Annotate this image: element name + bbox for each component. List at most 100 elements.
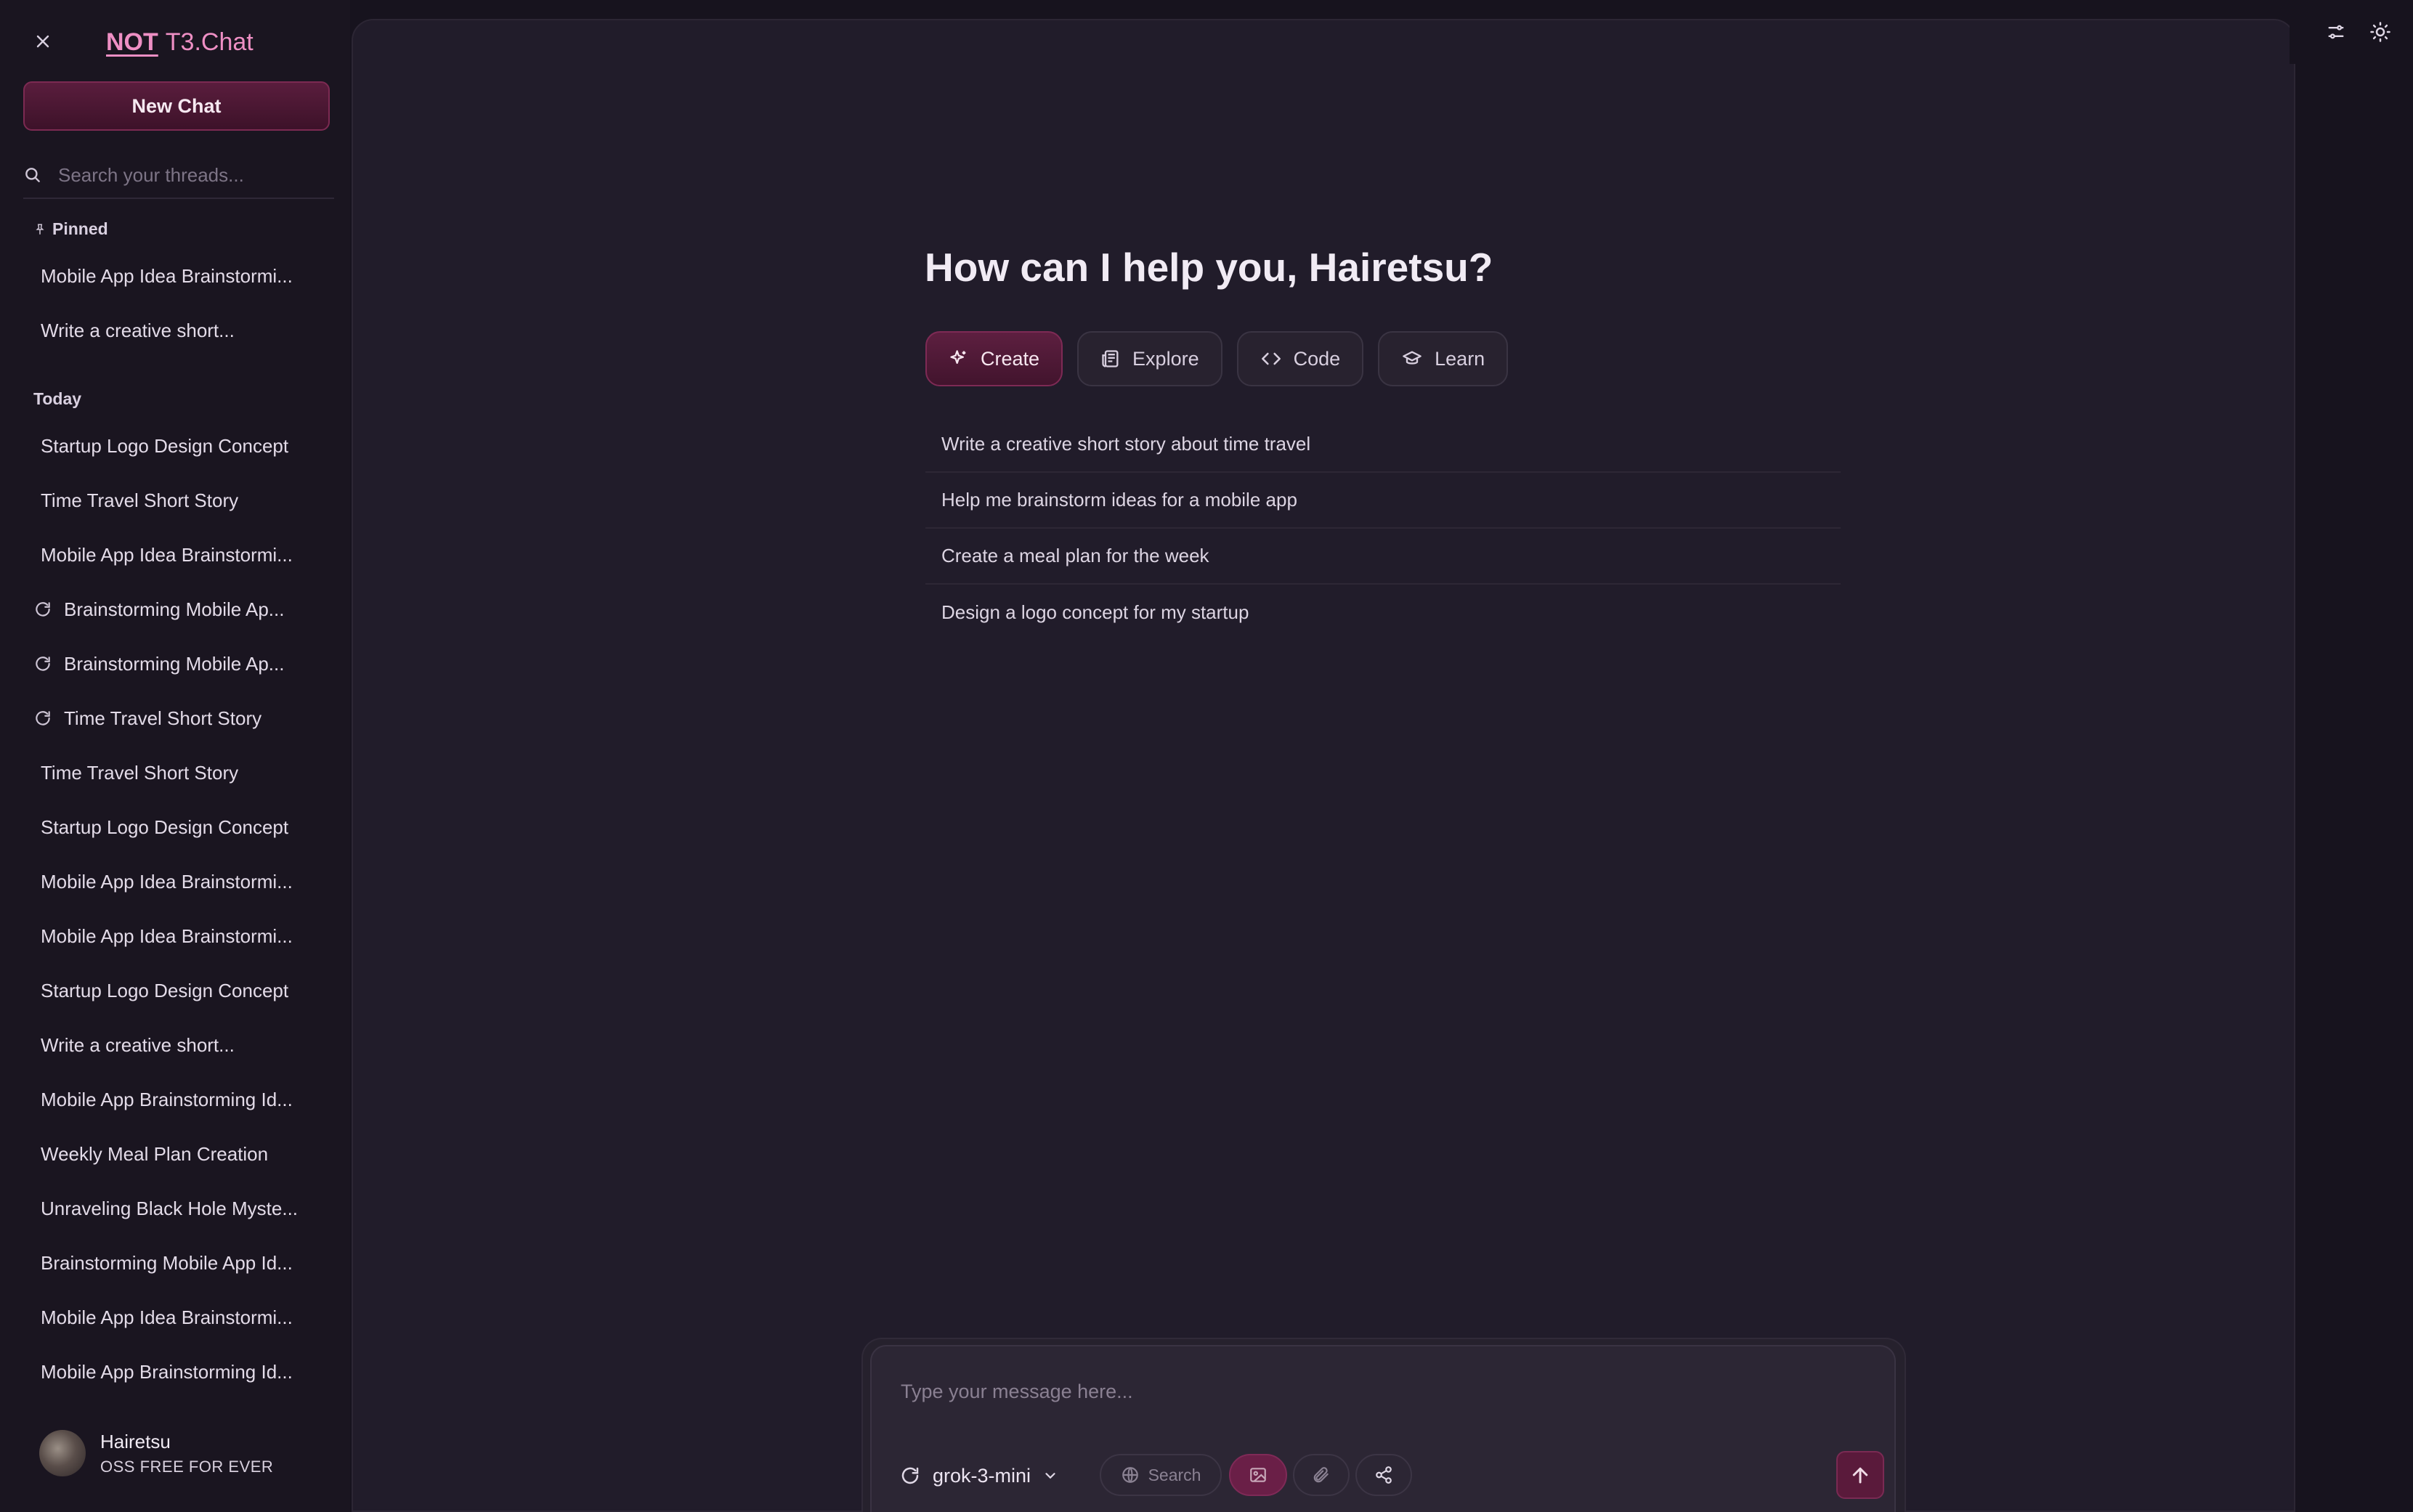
arrow-up-icon <box>1852 1467 1868 1484</box>
thread-item-label: Write a creative short... <box>41 319 235 341</box>
tab-create-label: Create <box>981 347 1040 370</box>
attach-file-button[interactable] <box>1293 1454 1350 1496</box>
top-right-toolbar <box>2290 0 2413 64</box>
thread-item-label: Write a creative short... <box>41 1033 235 1056</box>
avatar <box>39 1430 86 1476</box>
image-generation-toggle[interactable] <box>1229 1454 1287 1496</box>
model-refresh-icon <box>901 1467 919 1484</box>
today-label-text: Today <box>33 389 82 408</box>
pinned-section-label: Pinned <box>33 219 108 239</box>
tab-learn-label: Learn <box>1435 347 1485 370</box>
sidebar: NOT T3.Chat New Chat Search your threads… <box>0 0 350 1512</box>
search-icon <box>25 168 40 182</box>
thread-item[interactable]: Unraveling Black Hole Myste... <box>41 1190 338 1227</box>
thread-item-label: Mobile App Idea Brainstormi... <box>41 543 293 566</box>
tab-explore[interactable]: Explore <box>1077 331 1222 386</box>
thread-item-label: Brainstorming Mobile Ap... <box>64 598 285 620</box>
send-button[interactable] <box>1836 1451 1884 1499</box>
user-profile[interactable]: Hairetsu OSS FREE FOR EVER <box>39 1428 330 1479</box>
thread-item[interactable]: Mobile App Idea Brainstormi... <box>41 1299 338 1336</box>
thread-item-label: Unraveling Black Hole Myste... <box>41 1197 299 1219</box>
greeting-heading: How can I help you, Hairetsu? <box>925 245 1493 290</box>
thread-item-label: Startup Logo Design Concept <box>41 979 289 1001</box>
model-name: grok-3-mini <box>933 1464 1031 1487</box>
thread-item-label: Mobile App Idea Brainstormi... <box>41 924 293 947</box>
thread-item-label: Startup Logo Design Concept <box>41 816 289 838</box>
thread-item-label: Mobile App Idea Brainstormi... <box>41 870 293 893</box>
thread-item[interactable]: Mobile App Idea Brainstormi... <box>41 537 338 573</box>
thread-item[interactable]: Weekly Meal Plan Creation <box>41 1136 338 1172</box>
thread-item[interactable]: Write a creative short... <box>41 312 338 349</box>
pinned-label-text: Pinned <box>52 219 108 238</box>
brand-not: NOT <box>106 28 158 56</box>
thread-item[interactable]: Mobile App Brainstorming Id... <box>41 1081 338 1118</box>
app-logo[interactable]: NOT T3.Chat <box>106 25 254 60</box>
thread-item-label: Brainstorming Mobile App Id... <box>41 1251 293 1274</box>
tab-code[interactable]: Code <box>1236 331 1364 386</box>
suggestion-item[interactable]: Design a logo concept for my startup <box>925 585 1841 641</box>
chevron-down-icon <box>1045 1473 1055 1479</box>
suggestion-item[interactable]: Help me brainstorm ideas for a mobile ap… <box>925 473 1841 529</box>
thread-item-label: Brainstorming Mobile Ap... <box>64 652 285 675</box>
thread-search-input[interactable]: Search your threads... <box>58 164 244 187</box>
code-icon <box>1261 352 1281 365</box>
graduation-cap-icon <box>1403 351 1422 365</box>
thread-item[interactable]: Time Travel Short Story <box>33 700 331 736</box>
close-icon <box>36 35 49 48</box>
thread-item[interactable]: Mobile App Idea Brainstormi... <box>41 863 338 900</box>
model-selector[interactable]: grok-3-mini <box>899 1455 1058 1496</box>
thread-item-label: Weekly Meal Plan Creation <box>41 1142 269 1165</box>
suggestion-list: Write a creative short story about time … <box>925 417 1841 641</box>
message-input[interactable] <box>899 1373 1846 1410</box>
tab-code-label: Code <box>1293 347 1341 370</box>
thread-item-label: Mobile App Brainstorming Id... <box>41 1088 293 1110</box>
tab-explore-label: Explore <box>1132 347 1199 370</box>
settings-sliders-icon[interactable] <box>2326 22 2346 42</box>
user-name: Hairetsu <box>100 1430 171 1452</box>
theme-toggle-sun-icon[interactable] <box>2369 21 2391 43</box>
thread-item-label: Startup Logo Design Concept <box>41 434 289 457</box>
thread-item-label: Mobile App Brainstorming Id... <box>41 1360 293 1383</box>
new-chat-button[interactable]: New Chat <box>23 81 330 131</box>
thread-search[interactable]: Search your threads... <box>23 153 334 199</box>
share-icon <box>1376 1466 1392 1484</box>
thread-item[interactable]: Startup Logo Design Concept <box>41 972 338 1009</box>
thread-item[interactable]: Time Travel Short Story <box>41 755 338 791</box>
thread-item[interactable]: Mobile App Idea Brainstormi... <box>41 918 338 954</box>
pin-icon <box>36 224 44 235</box>
thread-item[interactable]: Brainstorming Mobile App Id... <box>41 1245 338 1281</box>
thread-item[interactable]: Startup Logo Design Concept <box>41 428 338 464</box>
user-plan: OSS FREE FOR EVER <box>100 1457 274 1476</box>
branch-refresh-icon <box>36 657 50 671</box>
branch-refresh-icon <box>36 711 50 725</box>
thread-item[interactable]: Mobile App Brainstorming Id... <box>41 1354 338 1390</box>
web-search-label: Search <box>1148 1465 1201 1484</box>
today-section-label: Today <box>33 389 81 409</box>
thread-item[interactable]: Time Travel Short Story <box>41 482 338 519</box>
thread-item[interactable]: Mobile App Idea Brainstormi... <box>41 258 338 294</box>
sparkles-icon <box>950 350 966 364</box>
tab-create[interactable]: Create <box>925 331 1063 386</box>
category-tabs: Create Explore Code Learn <box>925 331 1509 386</box>
thread-item-label: Mobile App Idea Brainstormi... <box>41 264 293 287</box>
share-button[interactable] <box>1355 1454 1412 1496</box>
suggestion-item[interactable]: Create a meal plan for the week <box>925 529 1841 585</box>
newspaper-icon <box>1102 350 1119 367</box>
thread-item-label: Time Travel Short Story <box>41 489 239 511</box>
brand-name: T3.Chat <box>165 28 254 56</box>
thread-item[interactable]: Write a creative short... <box>41 1027 338 1063</box>
branch-refresh-icon <box>36 602 50 617</box>
thread-item-label: Time Travel Short Story <box>41 761 239 784</box>
thread-item[interactable]: Brainstorming Mobile Ap... <box>33 646 331 682</box>
image-icon <box>1250 1468 1266 1482</box>
thread-item[interactable]: Startup Logo Design Concept <box>41 809 338 845</box>
globe-icon <box>1122 1467 1138 1483</box>
web-search-toggle[interactable]: Search <box>1100 1454 1222 1496</box>
thread-item-label: Time Travel Short Story <box>64 707 262 729</box>
paperclip-icon <box>1313 1467 1329 1483</box>
close-sidebar-button[interactable] <box>28 26 58 57</box>
suggestion-item[interactable]: Write a creative short story about time … <box>925 417 1841 473</box>
main-panel <box>352 19 2295 1512</box>
tab-learn[interactable]: Learn <box>1378 331 1509 386</box>
thread-item[interactable]: Brainstorming Mobile Ap... <box>33 591 331 627</box>
